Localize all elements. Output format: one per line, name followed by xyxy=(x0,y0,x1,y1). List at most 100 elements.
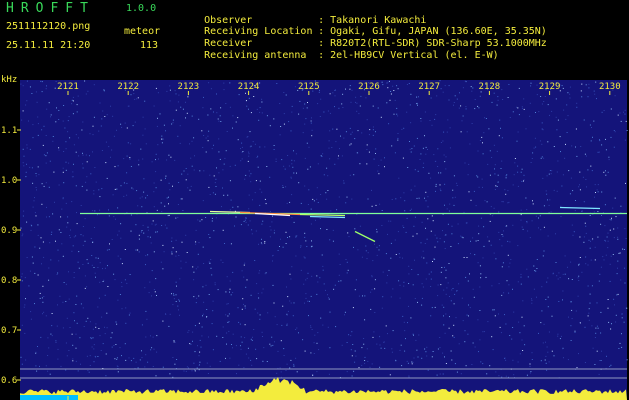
noise-dot xyxy=(156,231,158,233)
noise-dot xyxy=(238,94,240,96)
noise-dot xyxy=(461,236,463,238)
noise-dot xyxy=(368,134,370,136)
noise-dot xyxy=(199,361,201,363)
noise-dot xyxy=(283,123,285,125)
noise-dot xyxy=(138,159,140,161)
noise-dot xyxy=(543,101,545,102)
noise-dot xyxy=(243,276,245,278)
noise-dot xyxy=(436,374,438,376)
noise-dot xyxy=(517,107,519,109)
noise-dot xyxy=(412,284,414,286)
noise-dot xyxy=(453,204,455,206)
noise-dot xyxy=(542,177,544,179)
noise-dot xyxy=(262,336,263,337)
noise-dot xyxy=(617,114,619,116)
noise-dot xyxy=(465,106,467,108)
noise-dot xyxy=(119,294,121,295)
noise-dot xyxy=(20,356,22,358)
noise-dot xyxy=(151,295,152,297)
noise-dot xyxy=(136,190,138,192)
noise-dot xyxy=(517,281,519,283)
noise-dot xyxy=(397,115,399,117)
noise-dot xyxy=(546,193,548,195)
noise-dot xyxy=(311,129,313,131)
noise-dot xyxy=(49,373,51,375)
noise-dot xyxy=(599,140,601,142)
noise-dot xyxy=(546,281,548,283)
noise-dot xyxy=(464,330,466,332)
noise-dot xyxy=(153,348,155,350)
noise-dot xyxy=(93,116,95,118)
noise-dot xyxy=(86,161,88,163)
noise-dot xyxy=(432,261,433,262)
noise-dot xyxy=(492,215,494,217)
noise-dot xyxy=(610,136,612,138)
noise-dot xyxy=(453,104,454,106)
noise-dot xyxy=(283,92,285,93)
noise-dot xyxy=(232,292,234,293)
noise-dot xyxy=(405,338,406,340)
noise-dot xyxy=(320,228,321,230)
noise-dot xyxy=(379,335,380,337)
noise-dot xyxy=(439,373,441,375)
noise-dot xyxy=(494,173,496,175)
noise-dot xyxy=(75,333,77,335)
noise-dot xyxy=(262,220,264,222)
noise-dot xyxy=(477,262,479,264)
noise-dot xyxy=(193,279,195,281)
noise-dot xyxy=(588,83,590,85)
noise-dot xyxy=(142,158,144,160)
noise-dot xyxy=(580,90,582,92)
noise-dot xyxy=(388,123,390,125)
noise-dot xyxy=(448,99,450,101)
noise-dot xyxy=(153,289,155,290)
noise-dot xyxy=(95,181,97,183)
noise-dot xyxy=(34,212,36,214)
noise-dot xyxy=(570,325,572,327)
noise-dot xyxy=(471,123,473,124)
noise-dot xyxy=(413,334,414,336)
noise-dot xyxy=(282,246,284,248)
noise-dot xyxy=(121,126,123,128)
noise-dot xyxy=(207,135,209,137)
noise-dot xyxy=(626,307,628,309)
noise-dot xyxy=(259,204,261,206)
noise-dot xyxy=(313,353,315,354)
noise-dot xyxy=(581,271,583,273)
noise-dot xyxy=(410,93,412,95)
noise-dot xyxy=(364,295,366,297)
noise-dot xyxy=(434,246,436,248)
noise-dot xyxy=(594,93,596,95)
noise-dot xyxy=(613,237,615,239)
noise-dot xyxy=(565,118,567,120)
noise-dot xyxy=(65,202,67,204)
noise-dot xyxy=(560,205,562,207)
noise-dot xyxy=(445,363,447,364)
noise-dot xyxy=(381,81,383,83)
noise-dot xyxy=(439,184,441,186)
noise-dot xyxy=(283,165,285,167)
noise-dot xyxy=(202,246,204,248)
noise-dot xyxy=(291,266,293,268)
noise-dot xyxy=(265,203,267,205)
noise-dot xyxy=(567,115,569,117)
noise-dot xyxy=(332,240,334,242)
noise-dot xyxy=(432,351,434,352)
noise-dot xyxy=(345,88,346,90)
noise-dot xyxy=(531,352,533,354)
noise-dot xyxy=(460,131,462,133)
noise-dot xyxy=(541,286,543,288)
noise-dot xyxy=(229,291,230,293)
noise-dot xyxy=(551,170,553,172)
noise-dot xyxy=(181,241,183,243)
noise-dot xyxy=(225,357,226,359)
noise-dot xyxy=(601,111,603,113)
noise-dot xyxy=(562,299,563,301)
noise-dot xyxy=(453,175,455,177)
noise-dot xyxy=(501,201,503,203)
noise-dot xyxy=(470,253,471,255)
noise-dot xyxy=(273,302,275,304)
noise-dot xyxy=(434,306,436,308)
noise-dot xyxy=(82,154,84,156)
noise-dot xyxy=(445,293,447,295)
